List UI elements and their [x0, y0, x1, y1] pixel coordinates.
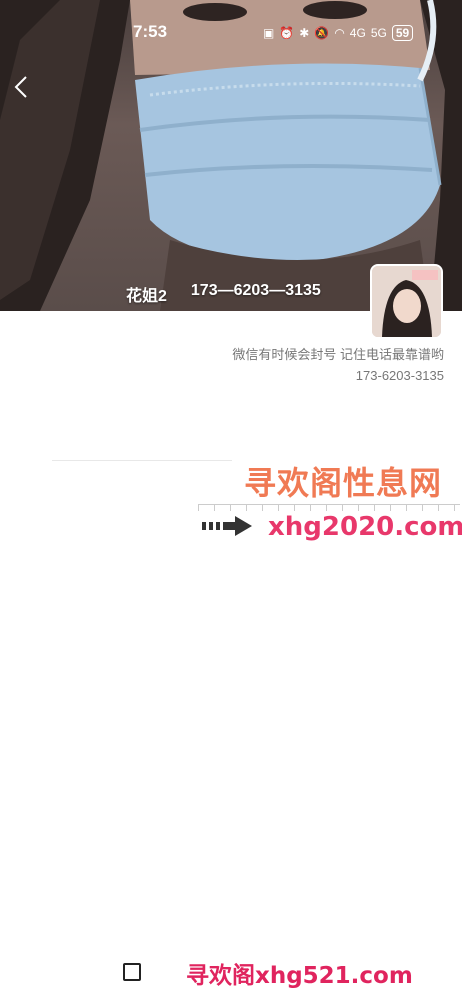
profile-signature: 微信有时候会封号 记住电话最靠谱哟 173-6203-3135: [232, 344, 444, 386]
chevron-left-icon: [14, 76, 27, 98]
battery-indicator: 59: [391, 25, 414, 41]
5g-signal-icon: 5G: [370, 26, 387, 40]
footer-watermark: 寻欢阁xhg521.com: [186, 963, 413, 989]
watermark-url: xhg2020.com: [268, 512, 462, 542]
signature-line-1: 微信有时候会封号 记住电话最靠谱哟: [232, 347, 444, 362]
back-button[interactable]: [13, 74, 35, 104]
arrow-right-icon: [202, 516, 252, 536]
bluetooth-icon: ✱: [299, 26, 310, 40]
profile-phone: 173—6203—3135: [190, 282, 321, 299]
avatar[interactable]: [370, 264, 443, 339]
status-icons: ▣ ⏰ ✱ 🔕 ◠ 4G 5G 59: [263, 25, 414, 41]
signature-line-2: 173-6203-3135: [355, 368, 444, 383]
profile-name: 花姐2: [126, 288, 167, 305]
mute-icon: 🔕: [314, 26, 330, 40]
alarm-icon: ⏰: [279, 26, 295, 40]
wifi-icon: ◠: [334, 26, 345, 40]
avatar-image: [372, 266, 441, 337]
recent-apps-button[interactable]: [123, 963, 141, 981]
status-bar: 7:53 ▣ ⏰ ✱ 🔕 ◠ 4G 5G 59: [0, 0, 462, 41]
status-time: 7:53: [133, 22, 168, 41]
nfc-icon: ▣: [263, 26, 275, 40]
watermark-title: 寻欢阁性息网: [244, 464, 443, 502]
watermark-divider: [52, 460, 232, 461]
profile-name-line: 花姐2 173—6203—3135: [126, 282, 321, 306]
4g-signal-icon: 4G: [349, 26, 366, 40]
